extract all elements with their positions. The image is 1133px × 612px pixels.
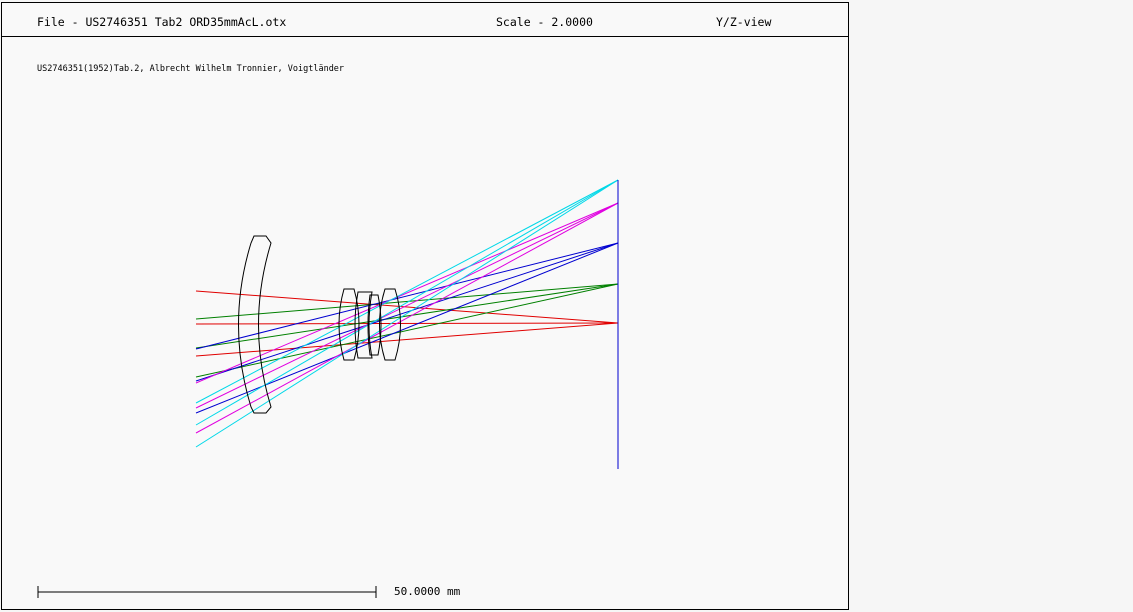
ray: [195, 283, 619, 378]
scale-bar-label: 50.0000 mm: [394, 585, 461, 598]
lens-element-1: [238, 235, 272, 414]
ray-trace-diagram: [37, 179, 619, 598]
ray: [195, 322, 619, 325]
ray: [195, 179, 619, 404]
ray: [195, 202, 619, 384]
layout-window: File - US2746351 Tab2 ORD35mmAcL.otx Sca…: [1, 2, 849, 610]
scale-bar: [37, 586, 377, 598]
ray-group-field-1: [195, 283, 619, 378]
